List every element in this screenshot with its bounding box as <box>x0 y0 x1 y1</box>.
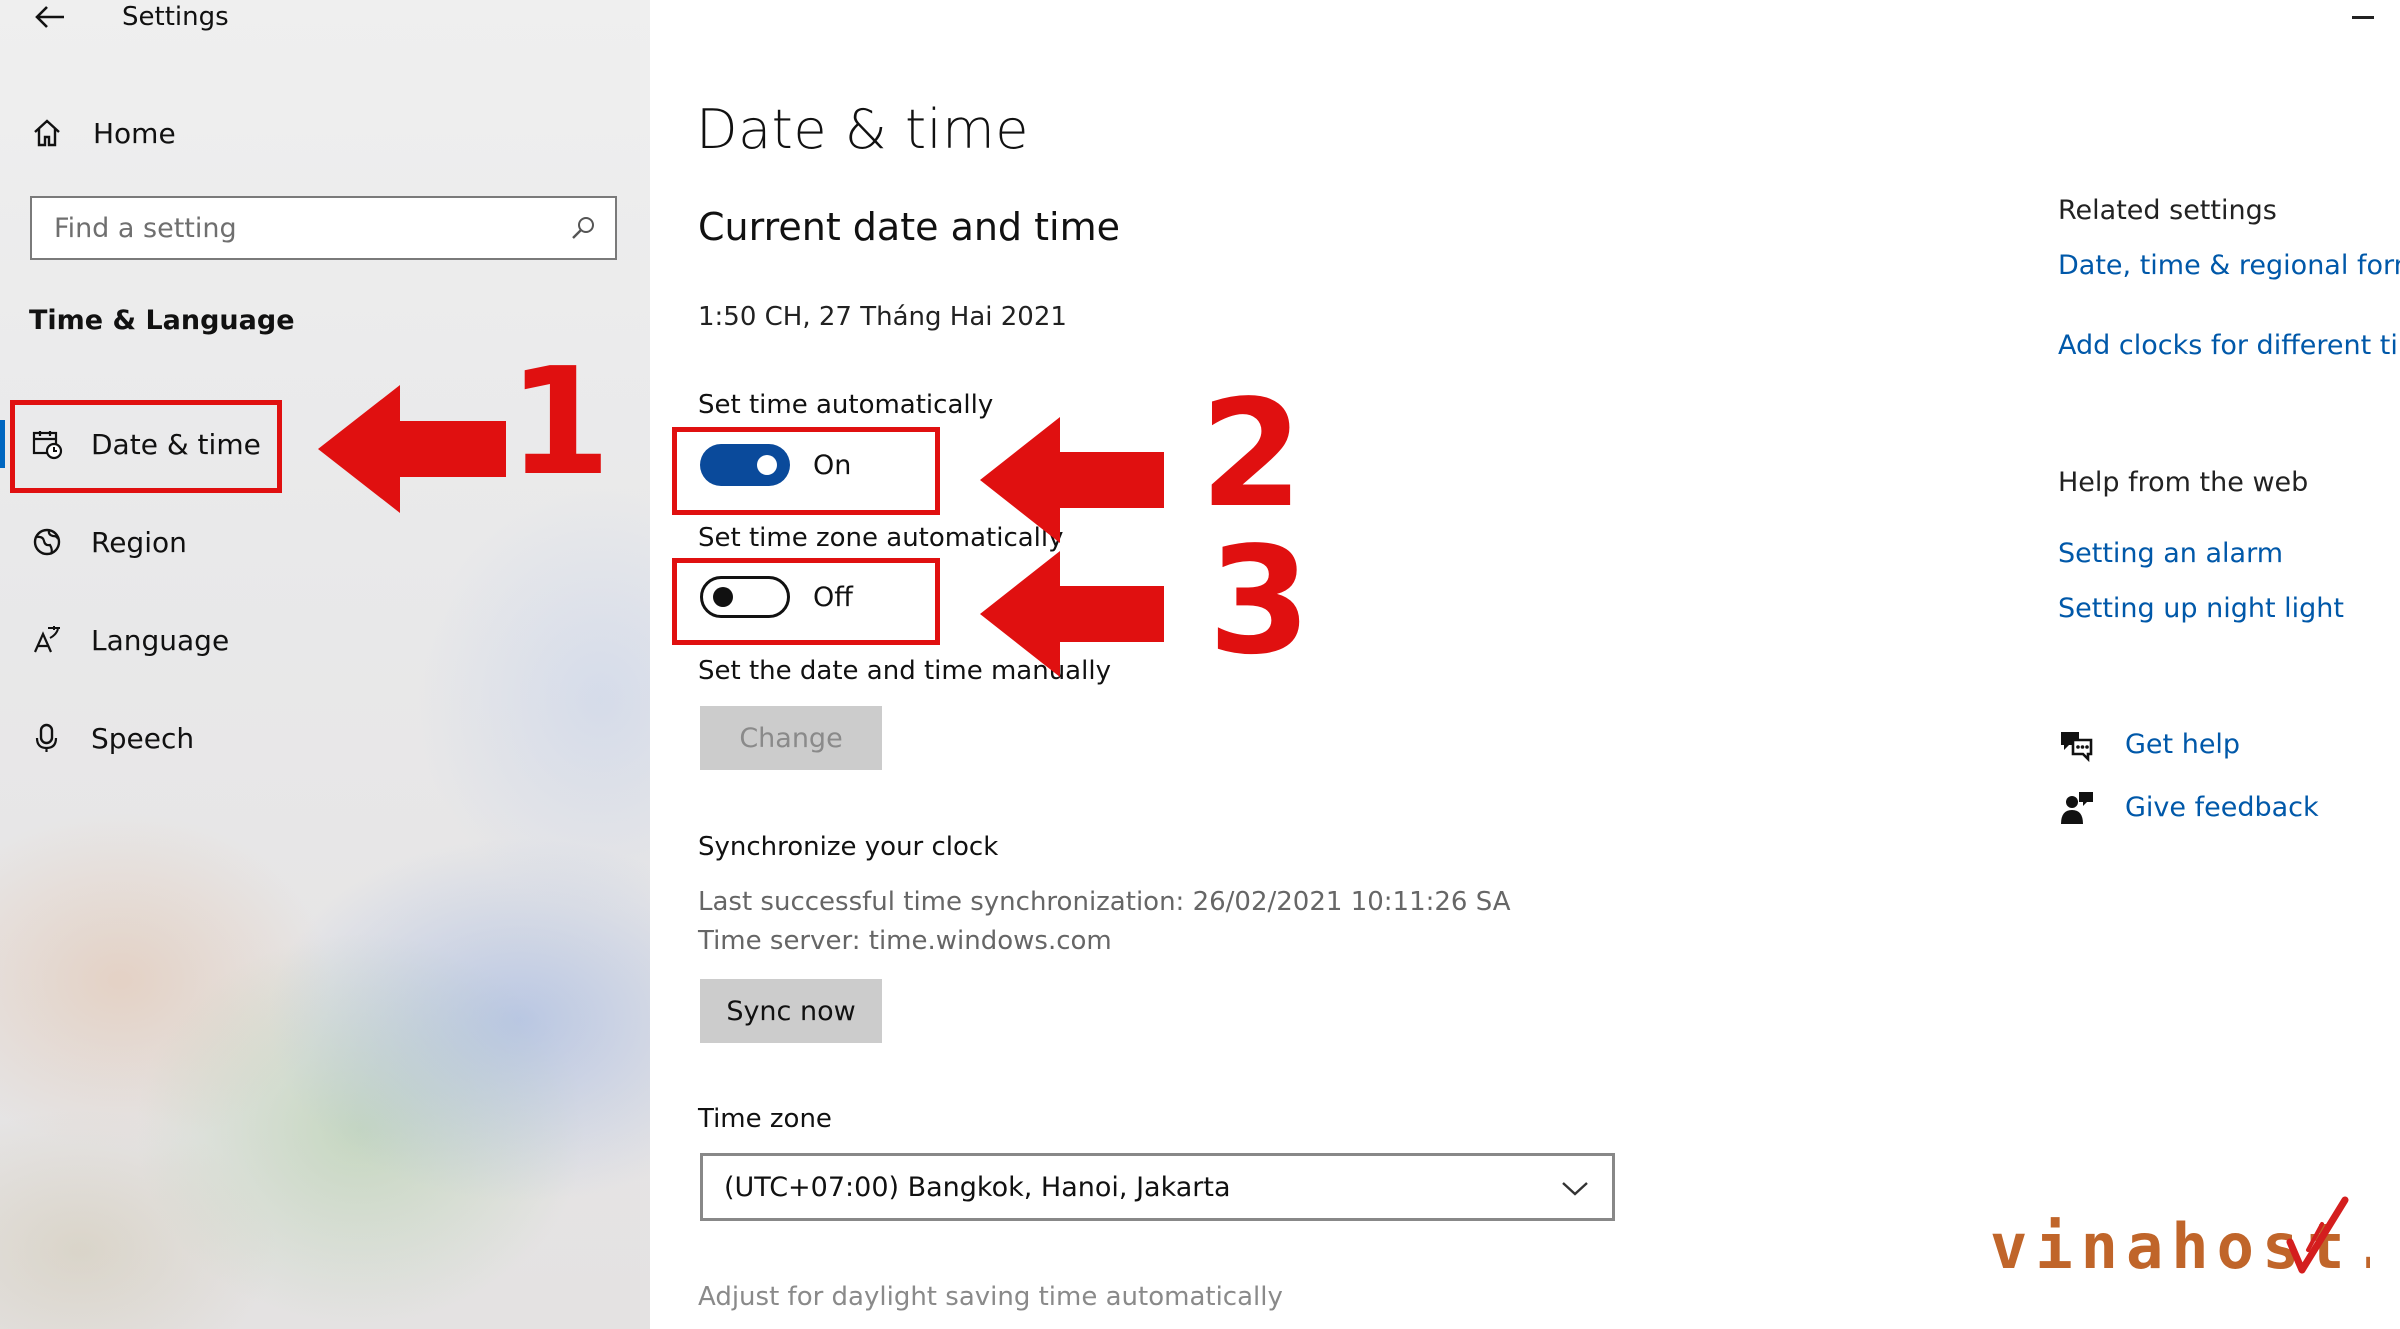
sidebar-item-label: Region <box>91 525 187 559</box>
highlight-box-set-time-auto <box>672 427 940 515</box>
search-box[interactable] <box>30 196 617 260</box>
sidebar: Settings Home Time & Language Date & tim… <box>0 0 650 1329</box>
left-arrow-icon <box>318 385 506 513</box>
get-help-link[interactable]: Get help <box>2125 729 2240 760</box>
sync-heading: Synchronize your clock <box>698 832 999 862</box>
sidebar-item-label: Language <box>91 623 230 657</box>
help-from-web-title: Help from the web <box>2058 467 2309 498</box>
page-title: Date & time <box>696 98 1030 161</box>
current-time-value: 1:50 CH, 27 Tháng Hai 2021 <box>698 302 1067 332</box>
app-title: Settings <box>122 2 229 32</box>
current-date-heading: Current date and time <box>698 205 1120 249</box>
step-number-3: 3 <box>1208 515 1311 687</box>
timezone-label: Time zone <box>698 1104 832 1134</box>
link-date-time-regional[interactable]: Date, time & regional forma <box>2058 250 2400 281</box>
sidebar-item-speech[interactable]: Speech <box>0 708 650 768</box>
daylight-saving-label: Adjust for daylight saving time automati… <box>698 1282 1283 1312</box>
chat-help-icon <box>2057 726 2095 764</box>
give-feedback-link[interactable]: Give feedback <box>2125 792 2319 823</box>
language-icon <box>30 623 64 657</box>
microphone-icon <box>30 721 64 755</box>
section-title: Time & Language <box>29 305 295 336</box>
sidebar-item-region[interactable]: Region <box>0 512 650 572</box>
highlight-box-set-timezone-auto <box>672 558 940 645</box>
globe-icon <box>30 525 64 559</box>
highlight-box-date-time <box>10 400 282 493</box>
chevron-down-icon <box>1560 1174 1590 1202</box>
search-icon[interactable] <box>569 214 599 244</box>
sidebar-item-label: Speech <box>91 721 195 755</box>
logo-mark: vinahost. <box>1990 1196 2390 1283</box>
vinahost-logo: vinahost. <box>1990 1190 2390 1290</box>
set-time-auto-label: Set time automatically <box>698 390 994 420</box>
step-number-2: 2 <box>1200 368 1303 540</box>
home-label: Home <box>93 116 176 150</box>
back-arrow-icon[interactable] <box>30 0 70 34</box>
time-server-text: Time server: time.windows.com <box>698 926 1112 956</box>
sync-now-button[interactable]: Sync now <box>700 979 882 1043</box>
home-icon <box>30 116 64 150</box>
feedback-icon <box>2057 790 2095 828</box>
minimize-button[interactable] <box>2352 16 2374 19</box>
step-number-1: 1 <box>508 336 611 508</box>
left-arrow-icon <box>980 551 1164 677</box>
timezone-dropdown[interactable]: (UTC+07:00) Bangkok, Hanoi, Jakarta <box>700 1153 1615 1221</box>
timezone-value: (UTC+07:00) Bangkok, Hanoi, Jakarta <box>724 1171 1231 1203</box>
related-settings-title: Related settings <box>2058 195 2277 226</box>
link-add-clocks[interactable]: Add clocks for different tim <box>2058 330 2400 361</box>
sidebar-item-language[interactable]: Language <box>0 610 650 670</box>
change-button[interactable]: Change <box>700 706 882 770</box>
left-arrow-icon <box>980 417 1164 543</box>
link-night-light[interactable]: Setting up night light <box>2058 593 2344 624</box>
last-sync-text: Last successful time synchronization: 26… <box>698 887 1511 917</box>
link-setting-alarm[interactable]: Setting an alarm <box>2058 538 2283 569</box>
search-input[interactable] <box>32 212 552 244</box>
home-nav-item[interactable]: Home <box>0 103 650 163</box>
